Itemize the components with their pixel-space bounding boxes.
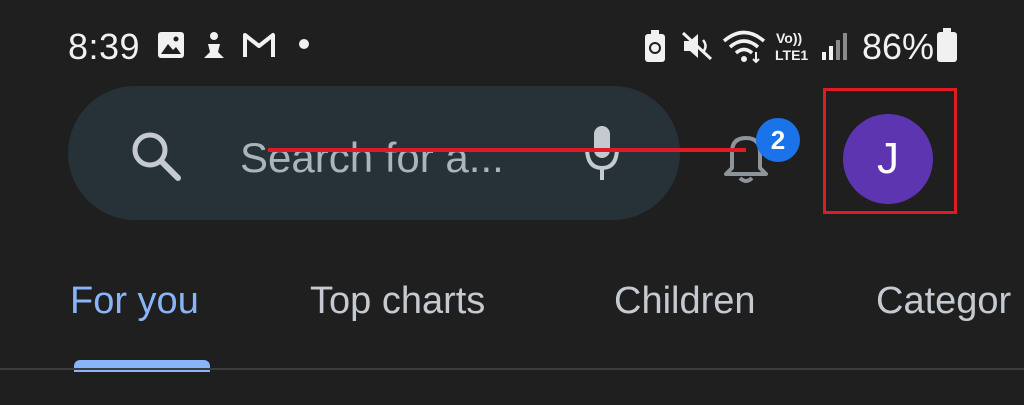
battery-icon <box>937 28 957 62</box>
status-time: 8:39 <box>68 26 141 67</box>
status-bar: 8:39 Vo)) LTE1 86% <box>0 0 1024 90</box>
battery-saver-icon <box>645 30 665 62</box>
tab-children[interactable]: Children <box>614 280 756 323</box>
gallery-icon <box>158 32 184 58</box>
notification-badge: 2 <box>756 118 800 162</box>
svg-text:LTE1: LTE1 <box>775 47 808 63</box>
wifi-icon <box>722 30 766 64</box>
search-input[interactable]: Search for a... <box>240 134 504 182</box>
account-avatar[interactable]: J <box>843 114 933 204</box>
tab-top-charts[interactable]: Top charts <box>310 280 485 323</box>
signal-icon <box>822 33 847 60</box>
tab-categories[interactable]: Categor <box>876 280 1011 323</box>
volte-icon: Vo)) LTE1 <box>775 30 808 63</box>
svg-text:Vo)): Vo)) <box>776 30 802 46</box>
battery-percent: 86% <box>862 26 935 67</box>
gmail-icon <box>243 33 275 57</box>
dot-icon <box>299 39 309 49</box>
yoga-icon <box>204 32 224 58</box>
mute-icon <box>681 31 713 61</box>
mic-icon[interactable] <box>582 124 622 182</box>
active-tab-indicator <box>74 360 210 372</box>
tabs-divider <box>0 368 1024 370</box>
search-icon[interactable] <box>128 128 184 184</box>
annotation-arrow-line <box>268 148 746 152</box>
tab-for-you[interactable]: For you <box>70 280 199 323</box>
